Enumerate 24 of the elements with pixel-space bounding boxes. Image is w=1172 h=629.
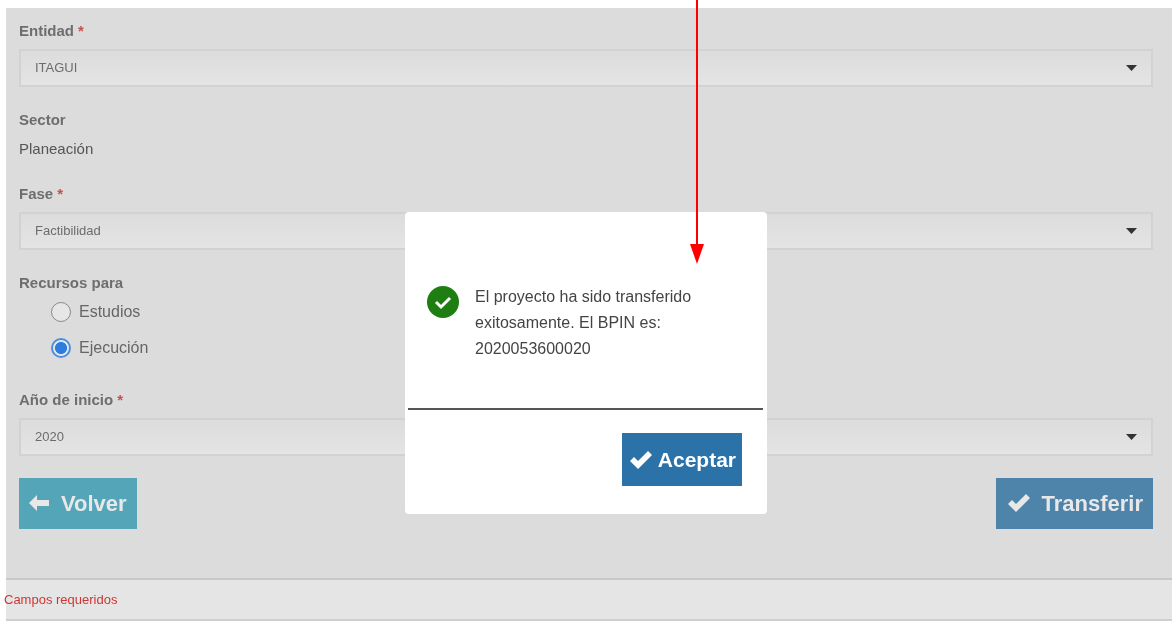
radio-label: Estudios	[79, 301, 141, 322]
field-label: Año de inicio	[19, 389, 114, 410]
radio-label: Ejecución	[79, 337, 149, 358]
back-button[interactable]: Volver	[19, 477, 137, 529]
field-label: Sector	[19, 110, 66, 130]
required-mark: *	[78, 21, 84, 41]
field-label: Entidad	[19, 21, 74, 41]
field-value: Planeación	[19, 139, 95, 159]
required-fields-note: Campos requeridos	[4, 590, 118, 609]
success-check-icon	[427, 286, 459, 318]
radio-button[interactable]	[51, 337, 71, 358]
transfer-button[interactable]: Transferir	[995, 477, 1153, 529]
required-mark: *	[117, 389, 123, 410]
arrow-left-icon	[29, 495, 49, 511]
accept-button[interactable]: Aceptar	[621, 433, 742, 486]
caret-icon	[1126, 227, 1137, 234]
caret-icon	[1126, 433, 1137, 440]
required-mark: *	[57, 183, 64, 204]
caret-icon	[1126, 65, 1137, 71]
radio-button[interactable]	[51, 301, 71, 322]
dialog-message: El proyecto ha sido transferido exitosamente. El BPIN es: 2020053600020	[475, 287, 693, 359]
field-label: Fase	[19, 183, 54, 204]
select-field[interactable]: ITAGUI	[19, 49, 1153, 87]
field-label: Recursos para	[19, 272, 124, 293]
